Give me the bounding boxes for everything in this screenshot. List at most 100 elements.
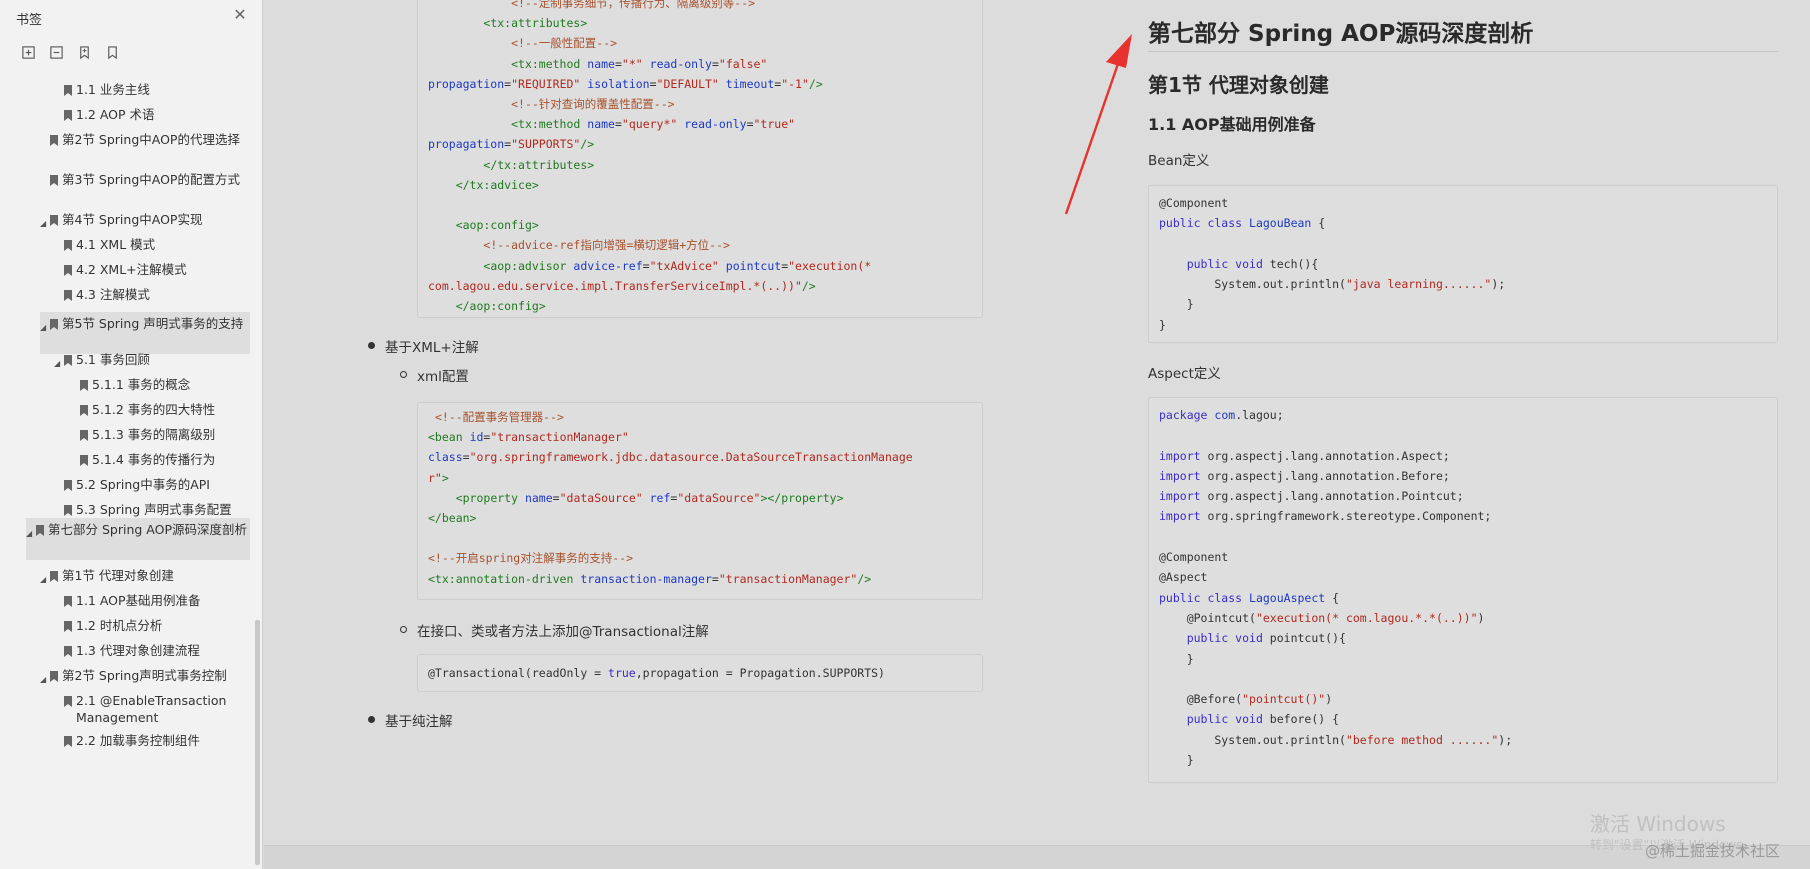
toc-item-label: 5.3 Spring 声明式事务配置 [76,502,232,517]
section-title: 第1节 代理对象创建 [1148,73,1329,97]
code-block-aspect: package com.lagou; import org.aspectj.la… [1148,397,1778,783]
bookmark-icon [64,107,76,121]
toc-item-label: 第4节 Spring中AOP实现 [62,212,203,227]
annotation-arrow-icon [1064,34,1132,215]
sidebar-title: 书签 [16,13,43,28]
bookmark-icon [64,693,76,707]
toc-item[interactable]: 4.3 注解模式 [64,287,250,304]
toc-item[interactable]: 2.2 加载事务控制组件 [64,733,250,750]
code-block-bean: @Component public class LagouBean { publ… [1148,185,1778,343]
toc-item[interactable]: ◢ 第5节 Spring 声明式事务的支持 [40,312,250,354]
bookmark-icon [50,316,62,330]
code-block-transactional: @Transactional(readOnly = true,propagati… [417,654,983,692]
aspect-label: Aspect定义 [1148,366,1221,382]
toc-item[interactable]: 2.1 @EnableTransaction Management [64,693,250,726]
activation-watermark-title: 激活 Windows [1590,812,1726,836]
toc-item[interactable]: 1.1 AOP基础用例准备 [64,593,250,610]
bookmark-icon [80,427,92,441]
toc-item-label: 第5节 Spring 声明式事务的支持 [62,316,244,331]
bookmark-icon [64,287,76,301]
toc-item-label: 5.1 事务回顾 [76,352,150,367]
close-icon[interactable]: ✕ [231,6,249,24]
bookmark-icon [50,212,62,226]
expand-arrow-icon[interactable]: ◢ [40,212,50,233]
bookmark-icon [64,593,76,607]
toc-item-label: 2.1 @EnableTransaction Management [76,693,227,725]
toc-item[interactable]: 4.1 XML 模式 [64,237,250,254]
bookmark-icon [80,402,92,416]
list-bullet [400,371,407,378]
toc-item-label: 4.2 XML+注解模式 [76,262,187,277]
toc-item[interactable]: 5.2 Spring中事务的API [64,477,250,494]
bookmark-icon [64,82,76,96]
bullet-pure-annotation: 基于纯注解 [385,714,453,730]
toc-item-label: 1.2 AOP 术语 [76,107,155,122]
add-bookmark-icon[interactable] [74,42,94,62]
toc-item-selected[interactable]: ◢ 第七部分 Spring AOP源码深度剖析 [26,518,250,560]
collapse-all-icon[interactable] [46,42,66,62]
title-divider [1148,51,1778,52]
part-title: 第七部分 Spring AOP源码深度剖析 [1148,21,1534,47]
toc-item-label: 第七部分 Spring AOP源码深度剖析 [48,522,247,537]
toc-item[interactable]: 1.2 时机点分析 [64,618,250,635]
subsection-title: 1.1 AOP基础用例准备 [1148,115,1316,134]
bookmark-icon [64,477,76,491]
bookmark-icon [36,522,48,536]
sub-interface-annotation: 在接口、类或者方法上添加@Transactional注解 [417,624,709,640]
bookmark-icon [64,733,76,747]
toc-item[interactable]: ◢ 5.1 事务回顾 [54,352,250,373]
bookmark-icon [50,668,62,682]
toc-item[interactable]: ◢ 第4节 Spring中AOP实现 [40,212,250,233]
toc-item-label: 4.3 注解模式 [76,287,150,302]
toc-item[interactable]: ◢ 第1节 代理对象创建 [40,568,250,589]
bookmark-icon [50,568,62,582]
toc-item[interactable]: 5.1.3 事务的隔离级别 [80,427,250,444]
toc-item-label: 1.1 业务主线 [76,82,150,97]
bookmark-icon [64,643,76,657]
toc-item[interactable]: 5.1.1 事务的概念 [80,377,250,394]
bullet-xml-annotation: 基于XML+注解 [385,340,479,356]
toc-item[interactable]: 1.2 AOP 术语 [64,107,250,124]
toc-item[interactable]: 第2节 Spring中AOP的代理选择 [50,132,250,149]
expand-arrow-icon[interactable]: ◢ [40,668,50,689]
toc-item-label: 5.1.1 事务的概念 [92,377,191,392]
toc-item-label: 5.1.2 事务的四大特性 [92,402,216,417]
bookmark-icon [80,452,92,466]
expand-arrow-icon[interactable]: ◢ [26,522,36,543]
bookmark-icon [64,262,76,276]
status-bar [264,845,1810,869]
sub-xml-config: xml配置 [417,369,469,385]
expand-all-icon[interactable] [18,42,38,62]
toc-item[interactable]: 5.1.4 事务的传播行为 [80,452,250,469]
toc-item[interactable]: 5.1.2 事务的四大特性 [80,402,250,419]
toc-item[interactable]: 1.3 代理对象创建流程 [64,643,250,660]
expand-arrow-icon[interactable]: ◢ [54,352,64,373]
bookmark-icon [64,502,76,516]
toc-item-label: 5.2 Spring中事务的API [76,477,210,492]
site-watermark: @稀土掘金技术社区 [1645,842,1781,860]
bookmark-icon[interactable] [102,42,122,62]
toc-item-label: 5.1.4 事务的传播行为 [92,452,216,467]
toc-item[interactable]: 4.2 XML+注解模式 [64,262,250,279]
list-bullet [368,716,375,723]
toc-item-label: 4.1 XML 模式 [76,237,156,252]
toc-item[interactable]: ◢ 第2节 Spring声明式事务控制 [40,668,250,689]
list-bullet [368,342,375,349]
toc-item[interactable]: 5.3 Spring 声明式事务配置 [64,502,250,519]
toc-item-label: 2.2 加载事务控制组件 [76,733,200,748]
bookmark-icon [64,237,76,251]
code-block-tx-advice: <!--定制事务细节，传播行为、隔离级别等--> <tx:attributes>… [417,0,983,318]
bookmark-icon [50,172,62,186]
bean-label: Bean定义 [1148,153,1210,169]
bookmark-icon [50,132,62,146]
sidebar-scrollbar[interactable] [255,620,260,865]
list-bullet [400,626,407,633]
bookmark-icon [64,618,76,632]
expand-arrow-icon[interactable]: ◢ [40,568,50,589]
toc-item[interactable]: 1.1 业务主线 [64,82,250,99]
toc-item[interactable]: 第3节 Spring中AOP的配置方式 [50,172,250,189]
bookmark-sidebar: 书签 ✕ 1.1 业务主线 1.2 AOP 术语 第2节 Spring中AOP的… [0,0,263,869]
toc-item-label: 第2节 Spring中AOP的代理选择 [62,132,240,147]
toc-item-label: 1.2 时机点分析 [76,618,163,633]
expand-arrow-icon[interactable]: ◢ [40,316,50,337]
